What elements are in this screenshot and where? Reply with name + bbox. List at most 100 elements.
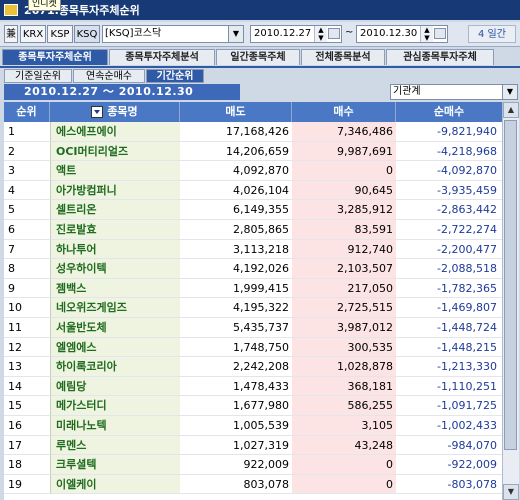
row-net: -9,821,940	[396, 122, 502, 142]
table-row[interactable]: 13 하이록코리아 2,242,208 1,028,878 -1,213,330	[4, 357, 502, 377]
row-buy: 368,181	[292, 376, 396, 397]
investor-select[interactable]: 기관계 ▼	[390, 84, 518, 100]
date-separator: ~	[345, 27, 354, 38]
table-row[interactable]: 14 예림당 1,478,433 368,181 -1,110,251	[4, 376, 502, 397]
ranking-table: 순위 종목명 매도 매수 순매수 1 에스에프에이 17,168,426 7,346,…	[4, 102, 502, 500]
row-buy: 586,255	[292, 396, 396, 416]
scroll-up-icon[interactable]: ▲	[503, 102, 519, 118]
table-row[interactable]: 8 성우하이텍 4,192,026 2,103,507 -2,088,518	[4, 259, 502, 279]
row-name: 진로발효	[50, 220, 180, 240]
table-row[interactable]: 5 셀트리온 6,149,355 3,285,912 -2,863,442	[4, 200, 502, 220]
row-name: 하이록코리아	[50, 357, 180, 377]
market-select[interactable]: [KSQ]코스닥 ▼	[102, 25, 244, 43]
header-rank[interactable]: 순위	[4, 102, 50, 122]
row-net: -1,448,724	[396, 318, 502, 338]
krx-button[interactable]: KRX	[20, 25, 46, 43]
table-row[interactable]: 2 OCI머티리얼즈 14,206,659 9,987,691 -4,218,968	[4, 141, 502, 162]
table-row[interactable]: 1 에스에프에이 17,168,426 7,346,486 -9,821,940	[4, 122, 502, 142]
row-buy: 217,050	[292, 278, 396, 299]
row-net: -1,448,215	[396, 337, 502, 358]
row-name: 서울반도체	[50, 318, 180, 338]
table-row[interactable]: 4 아가방컴퍼니 4,026,104 90,645 -3,935,459	[4, 180, 502, 201]
row-sell: 1,005,539	[180, 416, 292, 436]
row-rank: 10	[4, 298, 50, 318]
row-sell: 922,009	[180, 455, 292, 475]
row-net: -1,110,251	[396, 376, 502, 397]
row-name: 루멘스	[50, 435, 180, 456]
row-buy: 43,248	[292, 435, 396, 456]
ksp-button[interactable]: KSP	[47, 25, 73, 43]
row-sell: 6,149,355	[180, 200, 292, 220]
table-row[interactable]: 10 네오위즈게임즈 4,195,322 2,725,515 -1,469,807	[4, 298, 502, 318]
header-name-label: 종목명	[107, 105, 138, 118]
investor-select-value: 기관계	[393, 86, 421, 97]
header-net[interactable]: 순매수	[396, 102, 502, 122]
row-net: -2,863,442	[396, 200, 502, 220]
date-to-spinner-icon[interactable]: ▲ ▼	[420, 26, 433, 42]
table-row[interactable]: 16 미래나노텍 1,005,539 3,105 -1,002,433	[4, 416, 502, 436]
row-net: -1,091,725	[396, 396, 502, 416]
row-net: -4,218,968	[396, 141, 502, 162]
calendar-icon[interactable]	[434, 28, 446, 39]
table-row[interactable]: 19 이엘케이 803,078 0 -803,078	[4, 474, 502, 495]
dropdown-arrow-icon[interactable]: ▼	[502, 85, 517, 99]
row-buy: 3,285,912	[292, 200, 396, 220]
row-name: 예림당	[50, 376, 180, 397]
table-row[interactable]: 3 액트 4,092,870 0 -4,092,870	[4, 161, 502, 181]
table-row[interactable]: 7 하나투어 3,113,218 912,740 -2,200,477	[4, 239, 502, 260]
row-name: 에스에프에이	[50, 122, 180, 142]
date-from-input[interactable]: 2010.12.27 ▲ ▼	[250, 25, 342, 43]
app-icon	[4, 4, 18, 16]
tab-all-analysis[interactable]: 전체종목분석	[301, 49, 385, 65]
dropdown-arrow-icon[interactable]: ▼	[228, 26, 243, 42]
row-buy: 300,535	[292, 337, 396, 358]
header-sell[interactable]: 매도	[180, 102, 292, 122]
ksq-button[interactable]: KSQ	[74, 25, 100, 43]
tab-consecutive-buy[interactable]: 연속순매수	[73, 69, 145, 83]
tooltip: 인디켓	[28, 0, 61, 11]
table-row[interactable]: 15 메가스터디 1,677,980 586,255 -1,091,725	[4, 396, 502, 416]
row-rank: 5	[4, 200, 50, 220]
row-buy: 912,740	[292, 239, 396, 260]
date-to-input[interactable]: 2010.12.30 ▲ ▼	[356, 25, 448, 43]
table-row[interactable]: 6 진로발효 2,805,865 83,591 -2,722,274	[4, 220, 502, 240]
tab-investor-analysis[interactable]: 종목투자주체분석	[109, 49, 215, 65]
vertical-scrollbar[interactable]: ▲ ▼	[502, 102, 519, 500]
title-bar: 2671.종목투자주체순위	[0, 0, 520, 20]
row-rank: 16	[4, 416, 50, 436]
table-row[interactable]: 11 서울반도체 5,435,737 3,987,012 -1,448,724	[4, 318, 502, 338]
scroll-down-icon[interactable]: ▼	[503, 484, 519, 500]
row-name: 성우하이텍	[50, 259, 180, 279]
tab-investor-rank[interactable]: 종목투자주체순위	[2, 49, 108, 65]
row-name: 크루셜텍	[50, 455, 180, 475]
row-net: -4,092,870	[396, 161, 502, 181]
date-from-spinner-icon[interactable]: ▲ ▼	[314, 26, 327, 42]
row-net: -803,078	[396, 474, 502, 495]
table-row[interactable]: 17 루멘스 1,027,319 43,248 -984,070	[4, 435, 502, 456]
scroll-thumb[interactable]	[504, 120, 517, 450]
tab-watchlist-investor[interactable]: 관심종목투자주체	[386, 49, 494, 65]
header-buy[interactable]: 매수	[292, 102, 396, 122]
row-net: -2,200,477	[396, 239, 502, 260]
row-net: -1,213,330	[396, 357, 502, 377]
table-row[interactable]: 18 크루셜텍 922,009 0 -922,009	[4, 455, 502, 475]
row-rank: 4	[4, 180, 50, 201]
market-toggle-button[interactable]: 兼	[4, 25, 18, 43]
row-buy: 0	[292, 455, 396, 475]
tab-base-date-rank[interactable]: 기준일순위	[4, 69, 72, 83]
row-buy: 90,645	[292, 180, 396, 201]
row-buy: 0	[292, 474, 396, 495]
row-rank: 17	[4, 435, 50, 456]
row-buy: 2,725,515	[292, 298, 396, 318]
tab-period-rank[interactable]: 기간순위	[146, 69, 204, 83]
table-row[interactable]: 9 젬백스 1,999,415 217,050 -1,782,365	[4, 278, 502, 299]
tab-daily-investor[interactable]: 일간종목주체	[216, 49, 300, 65]
calendar-icon[interactable]	[328, 28, 340, 39]
row-rank: 14	[4, 376, 50, 397]
header-name[interactable]: 종목명	[50, 102, 180, 122]
table-row[interactable]: 12 엘엠에스 1,748,750 300,535 -1,448,215	[4, 337, 502, 358]
row-sell: 1,027,319	[180, 435, 292, 456]
row-sell: 803,078	[180, 474, 292, 495]
sort-dropdown-icon[interactable]	[91, 106, 104, 118]
date-from-value: 2010.12.27	[254, 28, 312, 39]
